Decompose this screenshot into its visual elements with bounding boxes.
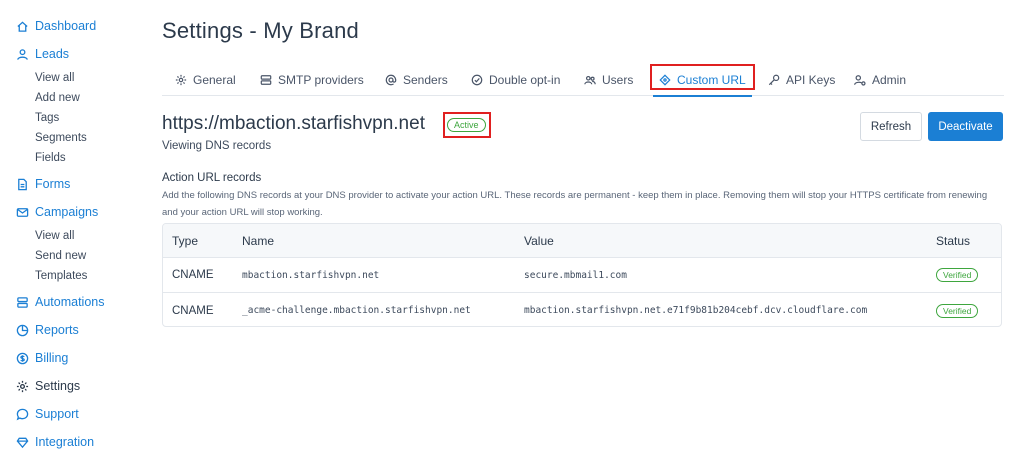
table-row: CNAME mbaction.starfishvpn.net secure.mb… [163,258,1001,293]
sidebar-item-label: Billing [35,351,69,365]
sidebar-item-label: Leads [35,47,70,61]
campaigns-submenu: View all Send new Templates [0,226,140,286]
status-badge: Verified [936,303,979,318]
diamond-icon [16,436,29,449]
dns-records-subtitle: Viewing DNS records [162,140,272,152]
sidebar-item-settings[interactable]: Settings [0,376,140,396]
tab-label: Admin [872,72,907,87]
refresh-button[interactable]: Refresh [860,112,922,141]
automation-icon [16,296,29,309]
mail-icon [16,206,29,219]
gear-icon [16,380,29,393]
sidebar-item-label: Automations [35,295,105,309]
table-row: CNAME _acme-challenge.mbaction.starfishv… [163,293,1001,326]
admin-icon [854,74,866,86]
sidebar-item-campaigns[interactable]: Campaigns [0,202,140,222]
record-status-cell: Verified [936,293,979,326]
user-icon [16,48,29,61]
record-value: mbaction.starfishvpn.net.e71f9b81b204ceb… [524,305,868,316]
at-icon [385,74,397,86]
pie-chart-icon [16,324,29,337]
status-badge: Verified [936,268,979,282]
column-header-name: Name [242,233,275,248]
sidebar-item-label: Integration [35,435,95,449]
sidebar-subitem-send-new[interactable]: Send new [0,246,140,266]
sidebar-item-label: Dashboard [35,19,97,33]
home-icon [16,20,29,33]
sidebar-item-label: Forms [35,177,71,191]
sidebar: Dashboard Leads View all Add new Tags Se… [0,0,140,455]
settings-tabs: General SMTP providers Senders Double op… [162,64,1004,97]
sidebar-item-label: Settings [35,379,81,393]
column-header-type: Type [172,233,199,248]
record-type: CNAME [172,304,214,317]
tab-label: General [193,72,236,87]
sidebar-subitem-templates[interactable]: Templates [0,266,140,286]
tab-custom-url[interactable]: Custom URL [653,64,752,97]
users-icon [584,74,596,86]
tab-label: SMTP providers [278,72,364,87]
dns-records-table: Type Name Value Status CNAME mbaction.st… [162,223,1002,327]
sidebar-item-support[interactable]: Support [0,404,140,424]
sidebar-subitem-view-all-leads[interactable]: View all [0,68,140,88]
sidebar-item-automations[interactable]: Automations [0,292,140,312]
tab-api-keys[interactable]: API Keys [768,64,835,95]
chat-icon [16,408,29,421]
tab-admin[interactable]: Admin [854,64,906,95]
sidebar-subitem-fields[interactable]: Fields [0,148,140,168]
record-name: mbaction.starfishvpn.net [242,269,380,281]
tab-double-opt-in[interactable]: Double opt-in [471,64,560,95]
sidebar-item-forms[interactable]: Forms [0,174,140,194]
sidebar-item-dashboard[interactable]: Dashboard [0,16,140,36]
tab-label: Custom URL [677,72,746,87]
tab-label: API Keys [786,72,836,87]
tab-label: Double opt-in [489,72,561,87]
sidebar-item-label: Campaigns [35,205,99,219]
sidebar-subitem-view-all-campaigns[interactable]: View all [0,226,140,246]
section-description: Add the following DNS records at your DN… [162,190,988,218]
column-header-value: Value [524,233,554,248]
status-badge-highlight [443,112,491,138]
record-status-cell: Verified [936,258,979,292]
gear-icon [175,74,187,86]
sidebar-subitem-segments[interactable]: Segments [0,128,140,148]
sidebar-item-leads[interactable]: Leads [0,44,140,64]
table-header: Type Name Value Status [163,224,1001,258]
record-type: CNAME [172,269,214,281]
leads-submenu: View all Add new Tags Segments Fields [0,68,140,168]
section-title: Action URL records [162,172,262,184]
deactivate-button[interactable]: Deactivate [928,112,1003,141]
sidebar-item-billing[interactable]: Billing [0,348,140,368]
tab-senders[interactable]: Senders [385,64,448,95]
diamond-icon [659,73,671,86]
sidebar-item-label: Support [35,407,79,421]
sidebar-item-reports[interactable]: Reports [0,320,140,340]
sidebar-subitem-tags[interactable]: Tags [0,108,140,128]
custom-domain-url: https://mbaction.starfishvpn.net [162,113,425,134]
check-circle-icon [471,74,483,86]
key-icon [768,74,780,86]
tab-smtp-providers[interactable]: SMTP providers [260,64,364,95]
sidebar-item-label: Reports [35,323,79,337]
page-title: Settings - My Brand [162,18,359,43]
record-value: secure.mbmail1.com [524,269,627,281]
document-icon [16,178,29,191]
column-header-status: Status [936,233,971,248]
tab-label: Senders [403,72,448,87]
tab-general[interactable]: General [175,64,236,95]
dollar-icon [16,352,29,365]
record-name: _acme-challenge.mbaction.starfishvpn.net [242,305,471,316]
server-icon [260,74,272,86]
tab-users[interactable]: Users [584,64,633,95]
sidebar-item-integration[interactable]: Integration [0,432,140,452]
tab-label: Users [602,72,634,87]
sidebar-subitem-add-new-lead[interactable]: Add new [0,88,140,108]
